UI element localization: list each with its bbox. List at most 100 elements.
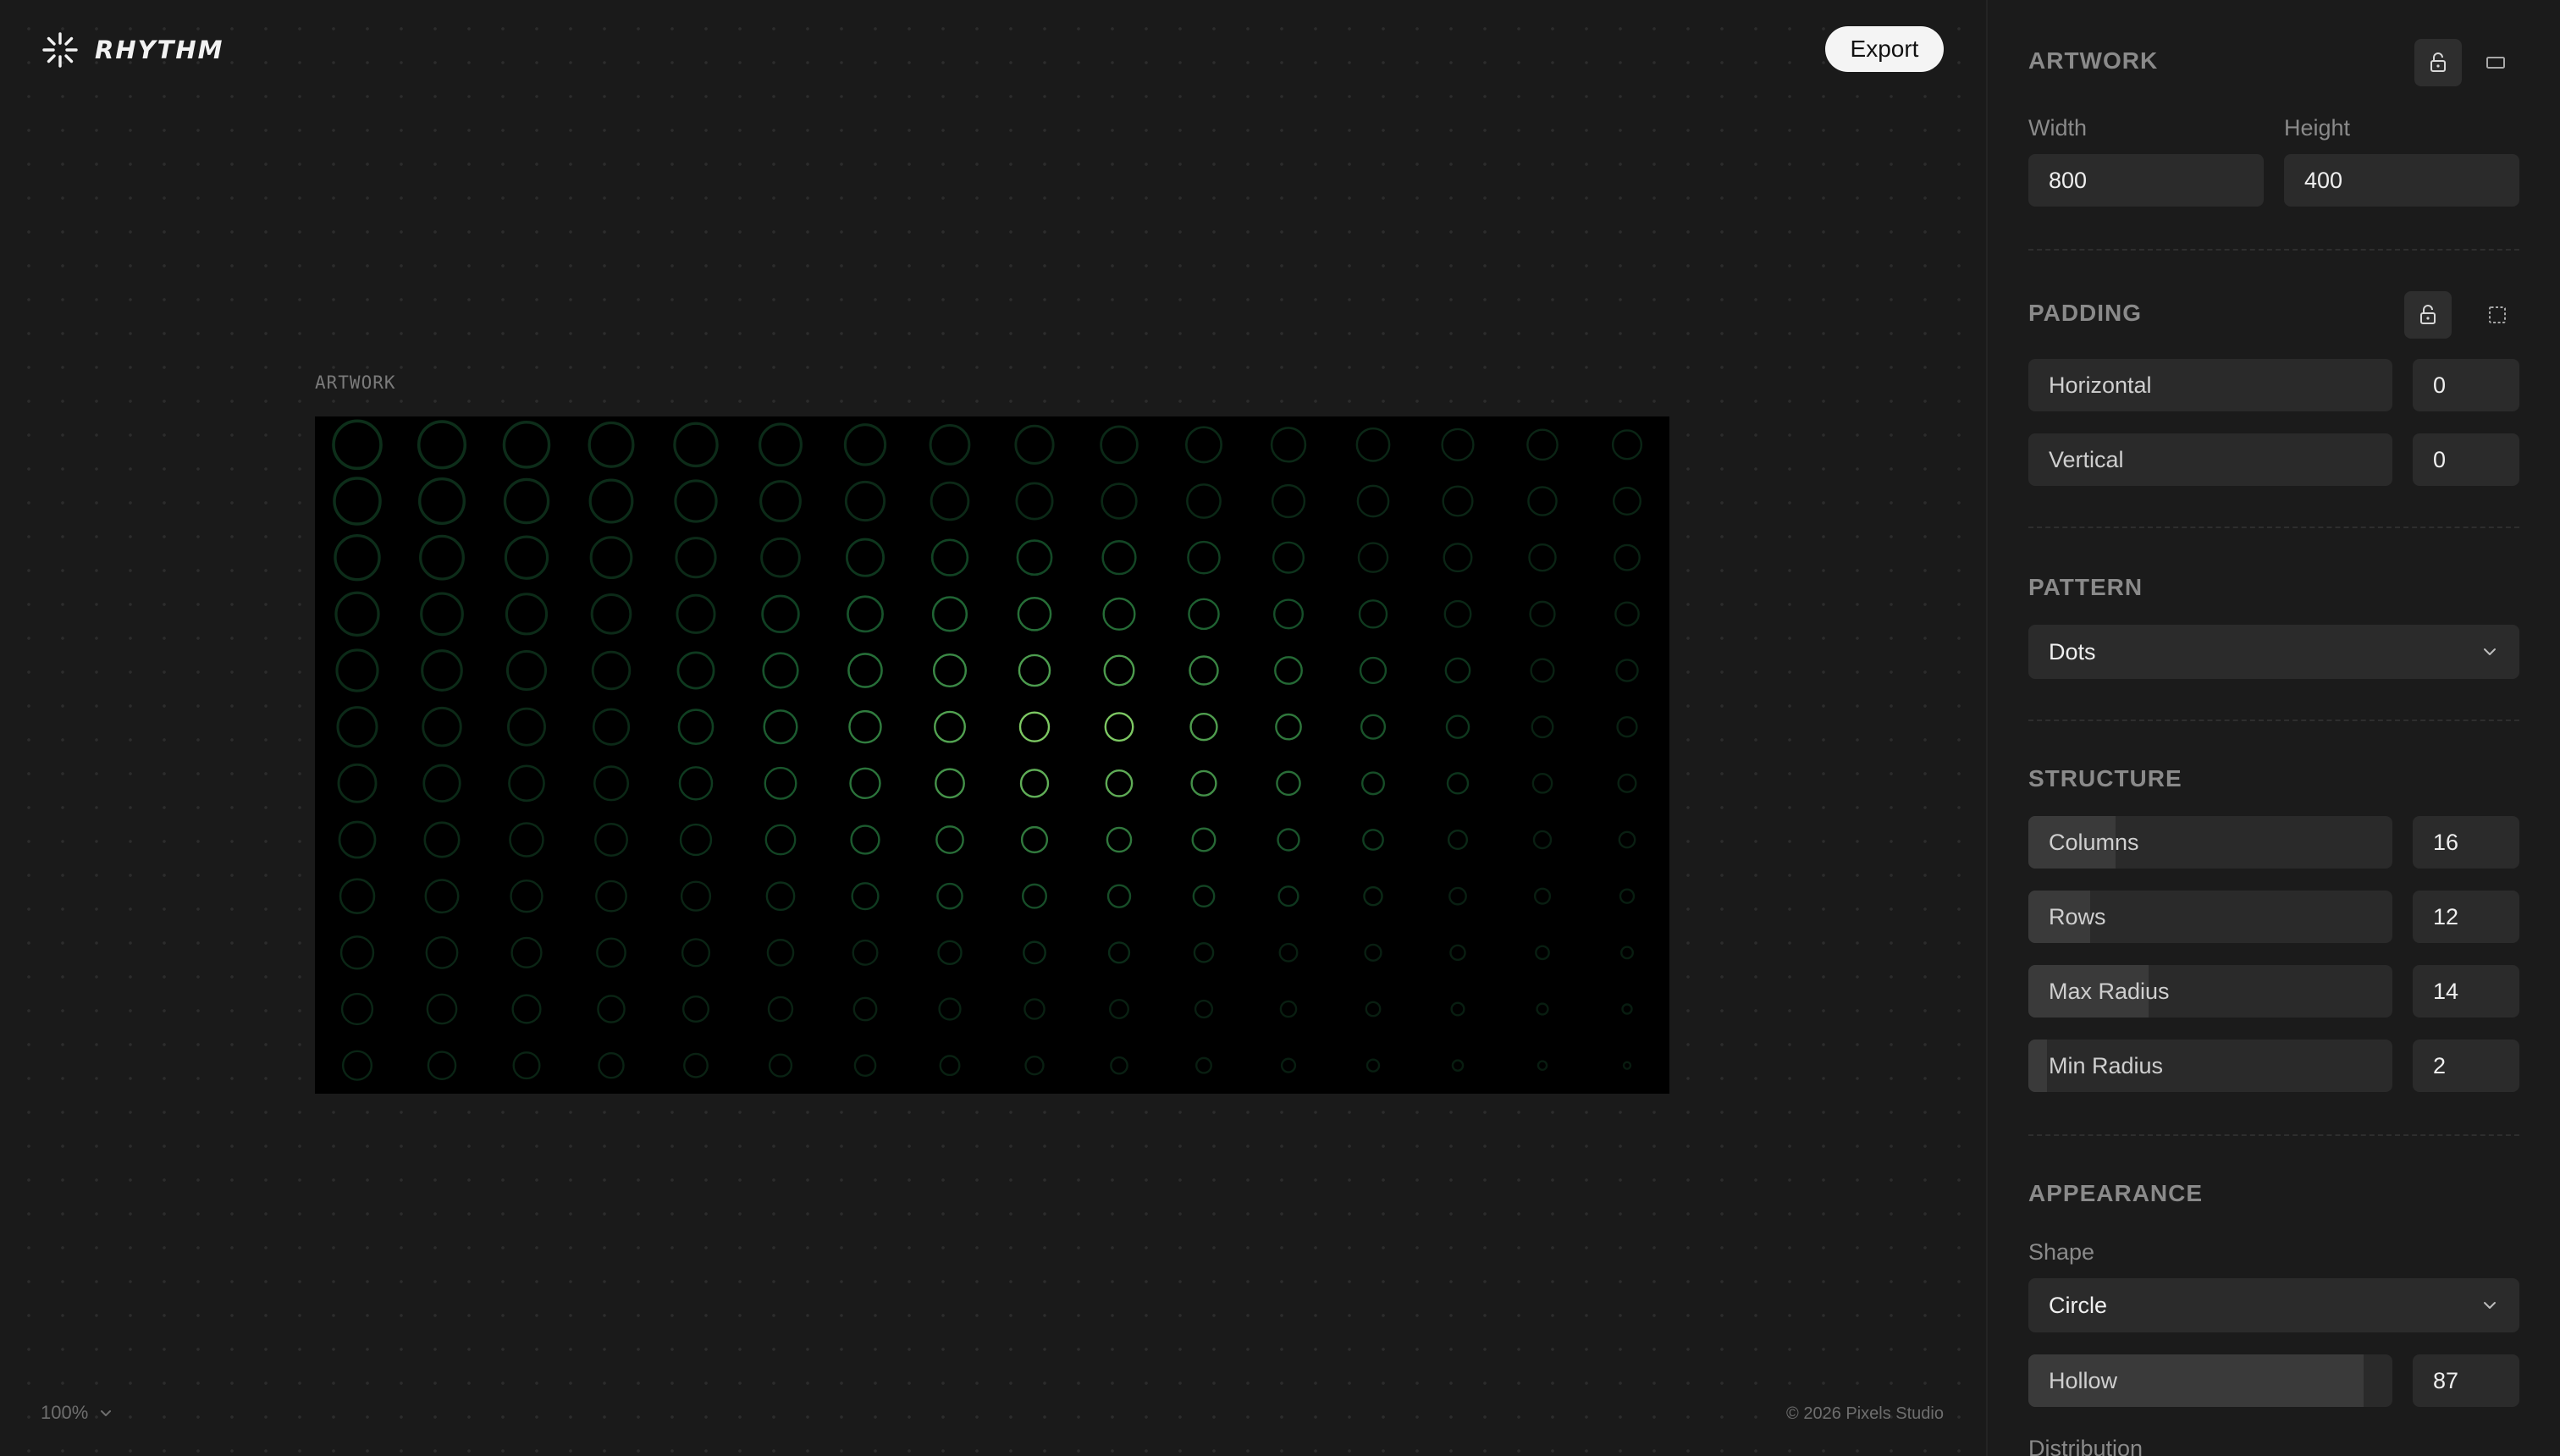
pattern-ring: [1189, 713, 1218, 742]
min-radius-label: Min Radius: [2049, 1052, 2164, 1078]
pattern-ring: [335, 648, 379, 692]
pattern-ring: [676, 651, 715, 690]
pattern-ring: [1449, 944, 1466, 962]
pattern-ring: [512, 1051, 541, 1080]
pattern-ring: [1362, 829, 1384, 851]
artwork-lock-button[interactable]: [2414, 39, 2462, 86]
pattern-ring: [1616, 716, 1638, 738]
artwork-canvas[interactable]: [315, 416, 1669, 1094]
pattern-ring: [1106, 826, 1133, 853]
chevron-down-icon: [2484, 648, 2496, 655]
max-radius-input[interactable]: 14: [2413, 965, 2519, 1018]
pattern-ring: [1016, 539, 1053, 576]
pattern-ring: [1617, 773, 1637, 793]
pattern-ring: [1018, 711, 1051, 742]
zoom-level: 100%: [41, 1402, 89, 1423]
pattern-ring: [938, 997, 962, 1021]
max-radius-slider[interactable]: Max Radius: [2028, 965, 2392, 1018]
rectangle-icon: [2486, 57, 2505, 69]
pattern-ring: [1442, 485, 1474, 517]
pattern-ring: [930, 481, 970, 521]
width-input[interactable]: 800: [2028, 154, 2264, 207]
columns-slider[interactable]: Columns: [2028, 816, 2392, 869]
pattern-ring: [426, 993, 458, 1025]
min-radius-slider-fill: [2028, 1040, 2047, 1092]
pattern-ring: [1017, 597, 1052, 631]
min-radius-slider[interactable]: Min Radius: [2028, 1040, 2392, 1092]
pattern-ring: [1533, 887, 1552, 905]
vertical-padding-slider[interactable]: Vertical: [2028, 433, 2392, 486]
pattern-ring: [1277, 828, 1300, 852]
pattern-ring: [1447, 829, 1469, 851]
horizontal-padding-input[interactable]: 0: [2413, 359, 2519, 411]
height-input[interactable]: 400: [2284, 154, 2519, 207]
pattern-ring: [683, 1052, 709, 1078]
hollow-slider[interactable]: Hollow: [2028, 1354, 2392, 1407]
rows-input[interactable]: 12: [2413, 891, 2519, 943]
pattern-ring: [673, 422, 719, 468]
pattern-ring: [937, 940, 963, 966]
pattern-ring: [1531, 715, 1554, 739]
pattern-ring: [1022, 883, 1048, 909]
pattern-ring: [1528, 543, 1557, 572]
export-button[interactable]: Export: [1825, 26, 1944, 72]
pattern-ring: [1275, 713, 1302, 741]
pattern-ring: [680, 880, 712, 912]
pattern-ring: [427, 1051, 457, 1080]
pattern-ring: [675, 537, 717, 579]
pattern-selected-value: Dots: [2049, 638, 2096, 665]
pattern-ring: [936, 882, 963, 910]
dashed-square-icon: [2489, 306, 2506, 323]
zoom-select[interactable]: 100%: [41, 1402, 113, 1424]
pattern-section-title: PATTERN: [2028, 574, 2143, 600]
pattern-ring: [1101, 540, 1137, 576]
pattern-ring: [1451, 1059, 1465, 1072]
pattern-ring: [1188, 598, 1220, 631]
pattern-ring: [1441, 427, 1475, 461]
canvas-stage: RHYTHM Export ARTWORK 100% © 2026 Pixels…: [0, 0, 1986, 1456]
min-radius-input[interactable]: 2: [2413, 1040, 2519, 1092]
pattern-ring: [1107, 941, 1131, 964]
shape-select[interactable]: Circle: [2028, 1278, 2519, 1332]
pattern-ring: [843, 423, 887, 466]
horizontal-padding-slider[interactable]: Horizontal: [2028, 359, 2392, 411]
vertical-padding-label: Vertical: [2049, 446, 2124, 472]
pattern-ring: [588, 421, 635, 468]
pattern-ring: [764, 766, 797, 800]
pattern-ring: [505, 649, 548, 692]
app-logo[interactable]: RHYTHM: [41, 30, 224, 69]
hollow-input[interactable]: 87: [2413, 1354, 2519, 1407]
pattern-ring: [1272, 541, 1305, 574]
pattern-ring: [336, 706, 378, 748]
pattern-ring: [766, 939, 795, 967]
pattern-select[interactable]: Dots: [2028, 625, 2519, 679]
section-divider: [2028, 527, 2519, 528]
pattern-ring: [935, 825, 964, 854]
pattern-ring: [1015, 482, 1054, 521]
pattern-ring: [1277, 885, 1299, 907]
pattern-ring: [681, 938, 711, 968]
pattern-ring: [1276, 770, 1301, 797]
pattern-ring: [1270, 427, 1307, 463]
padding-mode-button[interactable]: [2474, 291, 2521, 339]
copyright-text: © 2026 Pixels Studio: [1786, 1404, 1944, 1423]
pattern-ring: [593, 765, 630, 802]
aspect-ratio-button[interactable]: [2472, 39, 2519, 86]
rows-slider[interactable]: Rows: [2028, 891, 2392, 943]
pattern-ring: [847, 653, 883, 688]
padding-lock-button[interactable]: [2404, 291, 2452, 339]
pattern-ring: [762, 652, 799, 689]
columns-input[interactable]: 16: [2413, 816, 2519, 869]
chevron-down-icon: [2484, 1302, 2496, 1309]
pattern-ring: [1611, 429, 1643, 461]
pattern-ring: [333, 477, 382, 526]
pattern-ring: [1356, 484, 1390, 518]
pattern-ring: [1443, 599, 1472, 628]
pattern-ring: [1529, 600, 1556, 627]
pattern-ring: [759, 480, 802, 522]
pattern-ring: [1359, 656, 1388, 685]
pattern-ring: [939, 1055, 961, 1077]
vertical-padding-input[interactable]: 0: [2413, 433, 2519, 486]
pattern-ring: [764, 824, 797, 856]
pattern-ring: [1019, 769, 1050, 798]
